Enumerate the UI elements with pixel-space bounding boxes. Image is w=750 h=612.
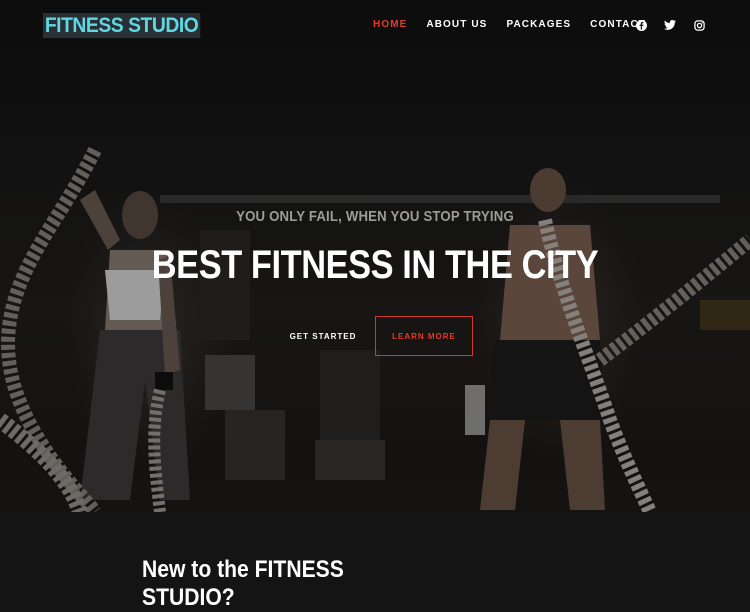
nav-item-home[interactable]: HOME	[373, 19, 407, 30]
hero-tagline: YOU ONLY FAIL, WHEN YOU STOP TRYING	[236, 208, 514, 225]
instagram-icon[interactable]	[693, 19, 705, 31]
hero-section: YOU ONLY FAIL, WHEN YOU STOP TRYING BEST…	[0, 0, 750, 512]
social-links	[635, 19, 705, 31]
top-navbar: FITNESS STUDIO HOME ABOUT US PACKAGES CO…	[0, 0, 750, 54]
facebook-icon[interactable]	[635, 19, 647, 31]
nav-item-about-us[interactable]: ABOUT US	[426, 19, 487, 30]
hero-headline: BEST FITNESS IN THE CITY	[151, 243, 599, 287]
get-started-button[interactable]: GET STARTED	[280, 316, 366, 356]
learn-more-button[interactable]: LEARN MORE	[375, 316, 473, 356]
main-nav: HOME ABOUT US PACKAGES CONTACT	[373, 19, 665, 30]
nav-item-packages[interactable]: PACKAGES	[506, 19, 571, 30]
intro-title: New to the FITNESS STUDIO?	[142, 556, 344, 611]
site-logo[interactable]: FITNESS STUDIO	[43, 13, 201, 38]
twitter-icon[interactable]	[664, 19, 676, 31]
